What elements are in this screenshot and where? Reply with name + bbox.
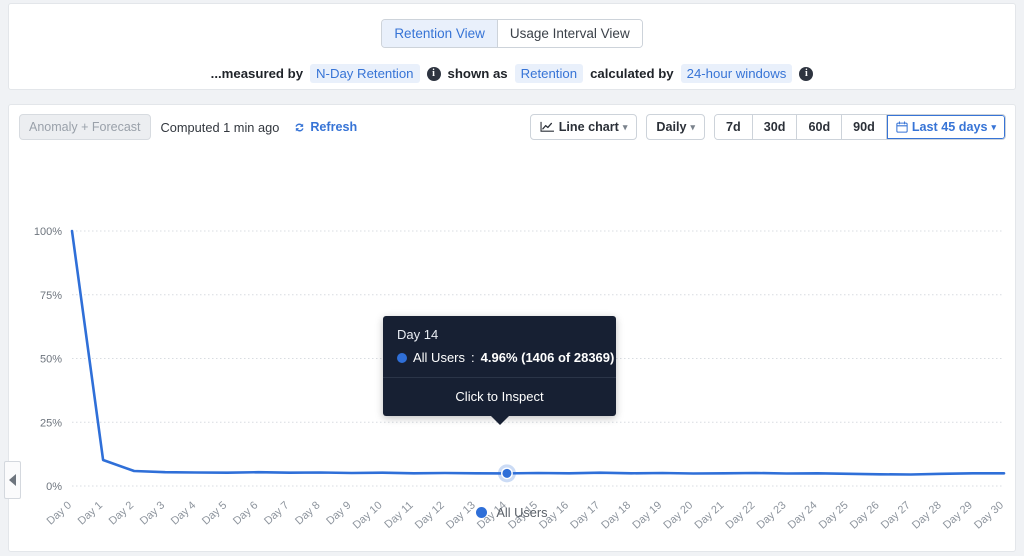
tooltip-series-row: All Users: 4.96% (1406 of 28369): [383, 346, 616, 377]
computed-timestamp: Computed 1 min ago: [160, 119, 280, 135]
granularity-label: Daily: [656, 120, 687, 134]
controls-panel: Retention View Usage Interval View ...me…: [8, 3, 1016, 90]
tooltip-separator: :: [471, 350, 475, 365]
info-icon-metric[interactable]: i: [426, 66, 441, 81]
range-60d[interactable]: 60d: [797, 115, 843, 139]
info-icon-window[interactable]: i: [799, 66, 814, 81]
chart-toolbar: Anomaly + Forecast Computed 1 min ago Re…: [9, 105, 1015, 149]
refresh-button[interactable]: Refresh: [293, 120, 357, 134]
chevron-down-icon: ▾: [622, 121, 628, 132]
y-axis-tick: 50%: [40, 354, 62, 366]
y-axis-tick: 100%: [34, 226, 62, 238]
calculated-by-label: calculated by: [590, 66, 674, 81]
y-axis-tick: 75%: [40, 290, 62, 302]
refresh-icon: [295, 123, 304, 131]
view-tab-row: Retention View Usage Interval View: [9, 19, 1015, 48]
toolbar-right-group: Line chart ▾ Daily ▾ 7d 30d 60d 90d Last…: [529, 114, 1006, 140]
calendar-icon: [896, 121, 908, 133]
highlighted-data-point[interactable]: [501, 467, 513, 480]
tooltip-value: 4.96% (1406 of 28369): [480, 350, 615, 365]
refresh-label: Refresh: [310, 120, 358, 134]
tooltip-series-dot-icon: [397, 352, 407, 363]
tooltip-title: Day 14: [397, 327, 439, 342]
view-tab-group: Retention View Usage Interval View: [381, 19, 643, 48]
chart-type-button[interactable]: Line chart ▾: [529, 114, 638, 140]
sidebar-collapse-handle[interactable]: [4, 461, 21, 499]
range-7d[interactable]: 7d: [715, 115, 753, 139]
tooltip-series-name: All Users: [413, 350, 466, 365]
anomaly-forecast-button[interactable]: Anomaly + Forecast: [19, 114, 151, 140]
chart-type-label: Line chart: [558, 120, 619, 134]
chevron-left-icon: [9, 474, 16, 486]
chart-legend: All Users: [0, 505, 1024, 520]
tooltip-arrow-icon: [490, 416, 509, 425]
retention-chart-page: Retention View Usage Interval View ...me…: [0, 0, 1024, 556]
range-90d[interactable]: 90d: [842, 115, 887, 139]
legend-label-all-users[interactable]: All Users: [496, 505, 547, 520]
legend-dot-icon: [476, 507, 488, 518]
range-preset-group: 7d 30d 60d 90d Last 45 days ▾: [714, 114, 1006, 140]
y-axis-tick: 0%: [46, 481, 62, 493]
shown-as-chip[interactable]: Retention: [514, 64, 584, 83]
shown-as-label: shown as: [447, 66, 508, 81]
tooltip-inspect-action[interactable]: Click to Inspect: [383, 377, 616, 416]
chart-tooltip[interactable]: Day 14 All Users: 4.96% (1406 of 28369) …: [383, 316, 616, 425]
range-30d[interactable]: 30d: [752, 115, 798, 139]
calculated-by-chip[interactable]: 24-hour windows: [680, 64, 793, 83]
granularity-button[interactable]: Daily ▾: [646, 114, 706, 140]
y-axis-tick: 25%: [40, 417, 62, 429]
tab-retention-view[interactable]: Retention View: [382, 20, 498, 47]
metric-chip[interactable]: N-Day Retention: [310, 64, 420, 83]
tab-usage-interval-view[interactable]: Usage Interval View: [497, 20, 642, 47]
line-chart-icon: [540, 121, 554, 132]
measure-bar: ...measured by N-Day Retention i shown a…: [9, 64, 1015, 83]
date-range-label: Last 45 days: [911, 120, 988, 134]
date-range-picker[interactable]: Last 45 days ▾: [886, 115, 1005, 139]
measured-by-label: ...measured by: [210, 66, 304, 81]
chevron-down-icon-range: ▾: [991, 121, 996, 132]
chevron-down-icon-granularity: ▾: [690, 121, 696, 132]
